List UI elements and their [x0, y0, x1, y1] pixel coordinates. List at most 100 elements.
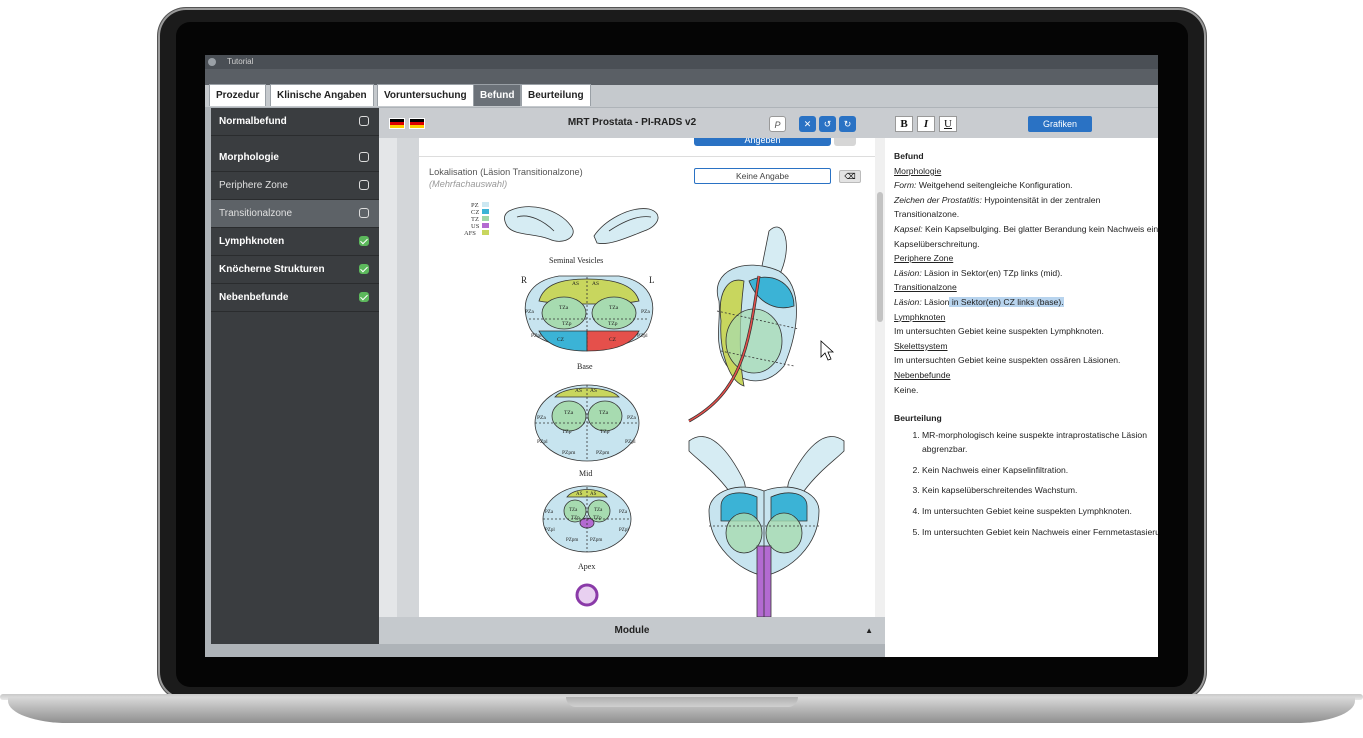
clear-icon[interactable]: ⌫ [839, 170, 861, 183]
checkbox-checked[interactable] [359, 236, 369, 246]
svg-text:PZpm: PZpm [596, 450, 610, 456]
tab-beurteilung[interactable]: Beurteilung [521, 84, 591, 106]
svg-text:PZpl: PZpl [619, 528, 629, 533]
laptop-notch [566, 697, 798, 707]
checkbox[interactable] [359, 180, 369, 190]
side-r-label: R [521, 275, 527, 285]
keine-angabe-select[interactable]: Keine Angabe [694, 168, 831, 184]
svg-text:PZpl: PZpl [625, 439, 636, 445]
bold-button[interactable]: B [895, 116, 913, 132]
lymphknoten-heading: Lymphknoten [894, 311, 946, 322]
redo-icon[interactable]: ↻ [839, 116, 856, 132]
sv-label: Seminal Vesicles [549, 256, 603, 265]
svg-text:PZpl: PZpl [545, 528, 555, 533]
befund-heading: Befund [894, 151, 924, 161]
grafiken-button[interactable]: Grafiken [1028, 116, 1092, 132]
mid-slice [534, 384, 640, 462]
checkbox[interactable] [359, 152, 369, 162]
module-content: Angeben Lokalisation (Läsion Transitiona… [379, 138, 875, 617]
italic-button[interactable]: I [917, 116, 935, 132]
svg-text:PZpl: PZpl [637, 333, 648, 339]
svg-text:AS: AS [572, 281, 579, 287]
tab-prozedur[interactable]: Prozedur [209, 84, 267, 106]
sidebar-item-morphologie[interactable]: Morphologie [211, 144, 379, 172]
angeben-clear-button[interactable] [834, 138, 856, 146]
svg-text:PZpl: PZpl [531, 333, 542, 339]
sidebar-item-periphere-zone[interactable]: Periphere Zone [211, 172, 379, 200]
svg-text:TZp: TZp [593, 516, 602, 521]
svg-text:AS: AS [576, 492, 583, 497]
svg-text:AS: AS [590, 388, 597, 394]
sidebar-item-knoecherne-strukturen[interactable]: Knöcherne Strukturen [211, 256, 379, 284]
report-editor[interactable]: Befund Morphologie Form: Weitgehend seit… [885, 138, 1158, 657]
svg-text:TZa: TZa [559, 305, 569, 311]
tab-voruntersuchung[interactable]: Voruntersuchung [377, 84, 474, 106]
svg-text:PZa: PZa [545, 510, 554, 515]
tz-lesion-selection: in Sektor(en) CZ links (base). [949, 296, 1064, 307]
legend-tz: TZ [471, 216, 479, 223]
kapsel-label: Kapsel: [894, 223, 923, 234]
svg-text:PZpl: PZpl [537, 439, 548, 445]
undo-icon[interactable]: ↺ [819, 116, 836, 132]
periphere-zone-heading: Periphere Zone [894, 253, 954, 264]
list-item: MR-morphologisch keine suspekte intrapro… [922, 428, 1158, 457]
sidebar-item-nebenbefunde[interactable]: Nebenbefunde [211, 284, 379, 312]
sidebar-item-lymphknoten[interactable]: Lymphknoten [211, 228, 379, 256]
checkbox-checked[interactable] [359, 292, 369, 302]
svg-text:PZa: PZa [525, 309, 534, 315]
svg-text:TZp: TZp [608, 321, 618, 327]
tab-befund[interactable]: Befund [473, 84, 522, 106]
checkbox[interactable] [359, 116, 369, 126]
hand-cursor-icon [820, 340, 835, 361]
sidebar-item-transitionalzone[interactable]: Transitionalzone [211, 200, 379, 228]
svg-text:TZa: TZa [609, 305, 619, 311]
form-text: Weitgehend seitengleiche Konfiguration. [916, 180, 1073, 191]
apex-label: Apex [578, 562, 595, 571]
pen-icon[interactable]: P [769, 116, 786, 132]
angeben-button[interactable]: Angeben [694, 138, 831, 146]
prostate-sector-map[interactable]: PZ CZ TZ US AFS Seminal Vesicles R L AS … [459, 201, 869, 617]
pz-lesion-text: Läsion in Sektor(en) TZp links (mid). [921, 267, 1063, 278]
scrollbar-thumb[interactable] [877, 192, 883, 322]
legend: PZ CZ TZ US AFS [464, 202, 489, 237]
svg-text:TZp: TZp [562, 429, 572, 435]
svg-text:AS: AS [575, 388, 582, 394]
sidebar: Normalbefund Morphologie Periphere Zone … [211, 108, 379, 644]
sagittal-view [688, 226, 800, 423]
svg-text:CZ: CZ [557, 337, 565, 343]
seminal-vesicles [504, 206, 659, 244]
svg-text:TZa: TZa [594, 508, 603, 513]
checkbox-checked[interactable] [359, 264, 369, 274]
svg-text:CZ: CZ [609, 337, 617, 343]
underline-button[interactable]: U [939, 116, 957, 132]
checkbox[interactable] [359, 208, 369, 218]
app-logo-icon [208, 58, 216, 66]
sidebar-item-label: Knöcherne Strukturen [219, 264, 325, 275]
svg-text:PZa: PZa [619, 510, 628, 515]
urethra-ring [575, 583, 599, 607]
svg-text:PZa: PZa [627, 415, 636, 421]
chevron-up-icon[interactable]: ▲ [865, 617, 873, 644]
sidebar-item-normalbefund[interactable]: Normalbefund [211, 108, 379, 136]
svg-text:AS: AS [590, 492, 597, 497]
list-item: Im untersuchten Gebiet kein Nachweis ein… [922, 525, 1158, 540]
form-label: Form: [894, 180, 917, 191]
list-item: Kein kapselüberschreitendes Wachstum. [922, 483, 1158, 498]
sidebar-item-label: Transitionalzone [219, 208, 293, 219]
sidebar-item-label: Normalbefund [219, 116, 287, 127]
nebenbefunde-text: Keine. [894, 384, 919, 395]
divider [419, 156, 875, 157]
module-footer[interactable]: Module ▲ [379, 617, 885, 644]
content-gutter-inner [397, 138, 419, 617]
close-icon[interactable]: ✕ [799, 116, 816, 132]
sidebar-item-label: Periphere Zone [219, 180, 288, 191]
module-footer-label: Module [614, 625, 650, 636]
app-screen: Tutorial Prozedur Klinische Angaben Voru… [205, 55, 1158, 657]
sidebar-item-label: Lymphknoten [219, 236, 285, 247]
editor-toolbar: B I U Grafiken [885, 108, 1158, 138]
tab-klinische-angaben[interactable]: Klinische Angaben [270, 84, 374, 106]
prostatitis-label: Zeichen der Prostatitis: [894, 194, 982, 205]
coronal-view [688, 436, 845, 617]
nebenbefunde-heading: Nebenbefunde [894, 369, 951, 380]
pz-lesion-label: Läsion: [894, 267, 922, 278]
